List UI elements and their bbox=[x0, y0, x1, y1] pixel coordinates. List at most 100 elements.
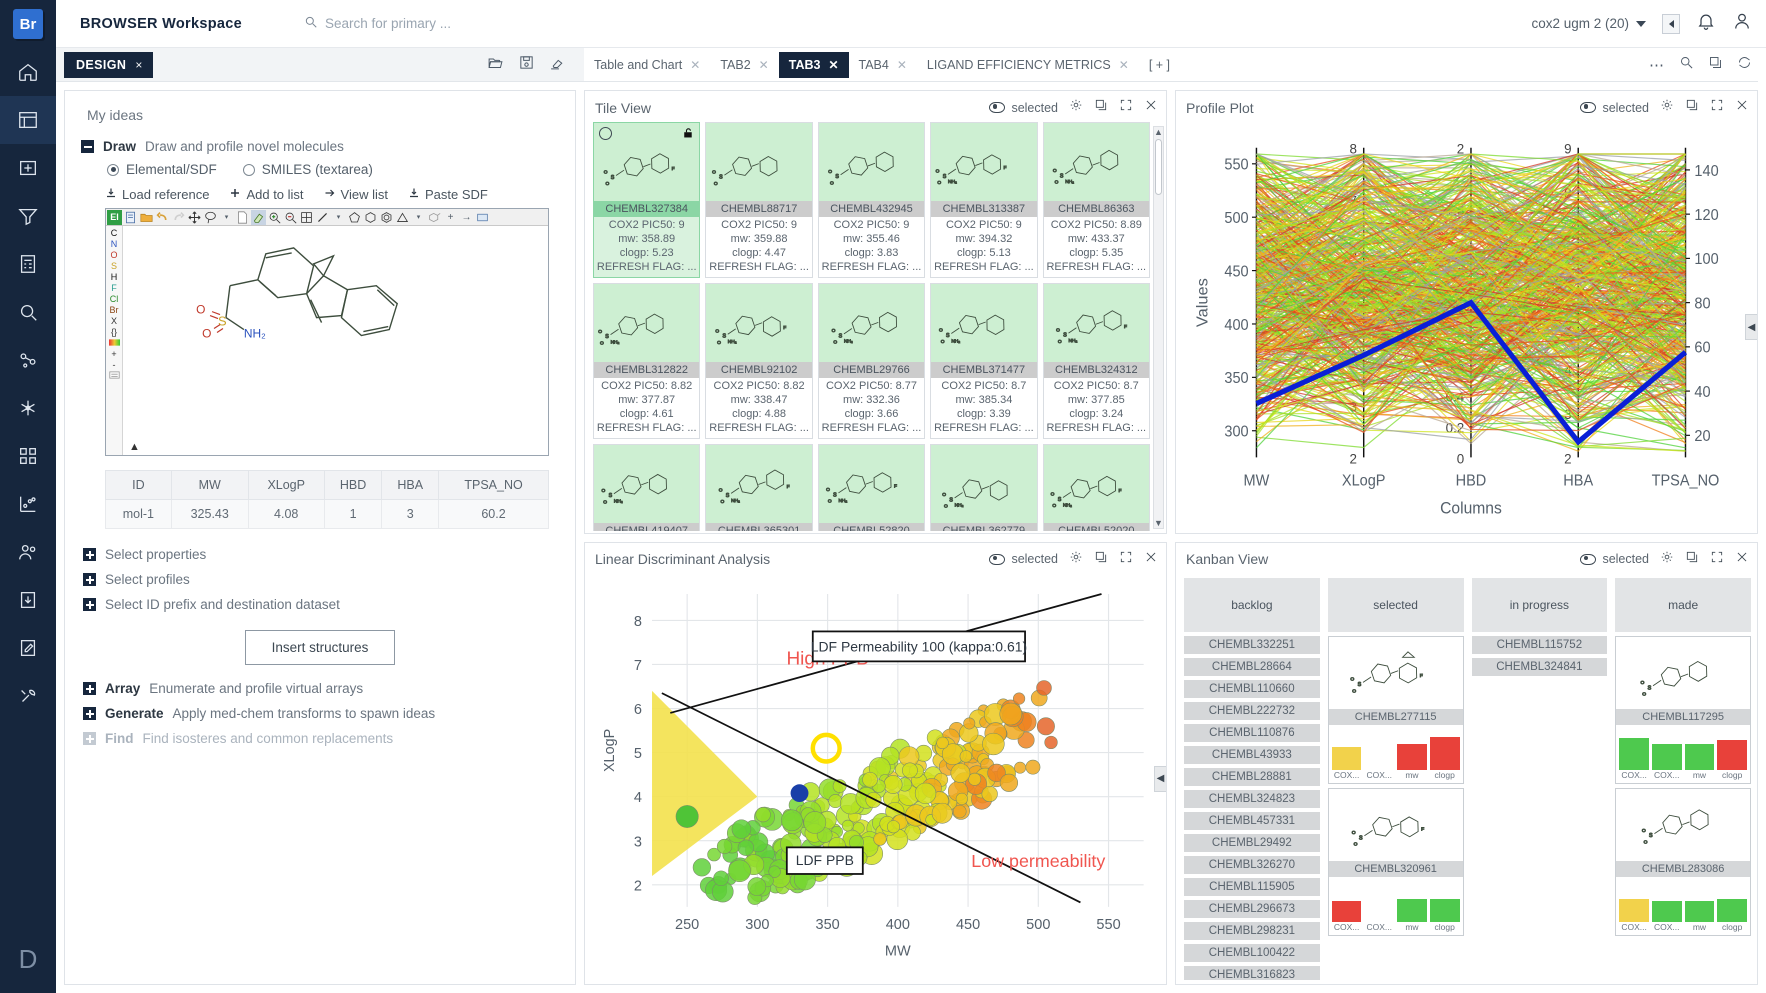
tile-card[interactable]: S O O CHEMBL88717 COX2 PIC50: 9 mw: 359.88 clo… bbox=[705, 122, 813, 278]
palette-o[interactable]: O bbox=[110, 250, 117, 260]
notifications-bell-icon[interactable] bbox=[1696, 11, 1716, 36]
kanban-column[interactable]: backlog CHEMBL332251 CHEMBL28664 CHEMBL1106… bbox=[1184, 577, 1320, 980]
redo-button[interactable] bbox=[171, 210, 186, 225]
collapse-panel-button[interactable] bbox=[1662, 13, 1680, 34]
molecule-canvas[interactable]: S O O NH₂ ▲ bbox=[123, 226, 548, 455]
tile-card[interactable]: S O O CHEMBL432945 COX2 PIC50: 9 mw: 355.46 cl… bbox=[817, 122, 926, 278]
load-reference-button[interactable]: Load reference bbox=[105, 187, 209, 202]
molecule-icon[interactable] bbox=[0, 336, 56, 384]
add-tab-button[interactable]: [ + ] bbox=[1139, 52, 1180, 78]
kanban-chip[interactable]: CHEMBL457331 bbox=[1184, 811, 1320, 830]
profile-plot-body[interactable]: 300 350 400 450 500 550 20 40 60 80 100 120 140 2 3 4 5 6… bbox=[1176, 122, 1757, 533]
kanban-chip[interactable]: CHEMBL43933 bbox=[1184, 745, 1320, 764]
tab-ligand-efficiency-metrics[interactable]: LIGAND EFFICIENCY METRICS ✕ bbox=[917, 52, 1139, 78]
section-select-id-prefix[interactable]: Select ID prefix and destination dataset bbox=[83, 597, 559, 612]
users-icon[interactable] bbox=[0, 528, 56, 576]
plus-button[interactable]: + bbox=[443, 210, 458, 225]
template-button[interactable] bbox=[123, 210, 138, 225]
tile-card[interactable]: SOO NH₂ F CHEMBL52820 bbox=[817, 444, 926, 531]
view-list-button[interactable]: View list bbox=[324, 187, 388, 202]
tile-card[interactable]: S O O NH₂ CHEMBL312822 COX2 PIC50: 8.82 mw: 37… bbox=[593, 283, 701, 439]
close-icon[interactable] bbox=[1735, 98, 1749, 117]
kanban-column[interactable]: in progress CHEMBL115752 CHEMBL324841 bbox=[1471, 577, 1608, 981]
kanban-chip[interactable]: CHEMBL29492 bbox=[1184, 833, 1320, 852]
close-icon[interactable]: ✕ bbox=[828, 58, 838, 72]
copy-icon[interactable] bbox=[1685, 98, 1699, 117]
search-icon[interactable] bbox=[1679, 55, 1694, 75]
tile-card[interactable]: SOO NH₂ CHEMBL362779 bbox=[930, 444, 1038, 531]
panel-collapse-handle[interactable]: ◀ bbox=[1154, 765, 1166, 792]
undo-button[interactable] bbox=[155, 210, 170, 225]
edit-icon[interactable] bbox=[0, 624, 56, 672]
folder-open-icon[interactable] bbox=[487, 54, 504, 76]
kanban-chip[interactable]: CHEMBL296673 bbox=[1184, 899, 1320, 918]
close-icon[interactable]: ✕ bbox=[759, 58, 769, 72]
home-icon[interactable] bbox=[0, 48, 56, 96]
global-search[interactable]: Search for primary ... bbox=[304, 15, 451, 32]
tools-icon[interactable] bbox=[0, 672, 56, 720]
radio-elemental-sdf[interactable]: Elemental/SDF bbox=[107, 162, 217, 177]
palette-minus[interactable]: - bbox=[113, 360, 116, 370]
open-button[interactable] bbox=[139, 210, 154, 225]
tile-card[interactable]: S O O NH₂ CHEMBL371477 COX2 PIC50: 8.7 mw: 385… bbox=[930, 283, 1038, 439]
workspace-selector[interactable]: cox2 ugm 2 (20) bbox=[1531, 16, 1646, 31]
select-circle-icon[interactable] bbox=[599, 127, 612, 140]
copy-icon[interactable] bbox=[1685, 550, 1699, 569]
calculator-icon[interactable] bbox=[0, 240, 56, 288]
tile-scroll-area[interactable]: SOOF CHEMBL327384 COX2 PIC50: 9 mw: 358.89… bbox=[593, 122, 1150, 531]
collapse-toggle-icon[interactable] bbox=[81, 140, 94, 153]
close-icon[interactable] bbox=[1735, 550, 1749, 569]
search-icon[interactable] bbox=[0, 288, 56, 336]
tile-card[interactable]: S O O NH₂ CHEMBL86363 COX2 PIC50: 8.89 mw: 433… bbox=[1042, 122, 1150, 278]
tab-design[interactable]: DESIGN × bbox=[64, 51, 153, 78]
ring-tool-button[interactable] bbox=[427, 210, 442, 225]
user-account-icon[interactable] bbox=[1732, 11, 1752, 36]
gear-icon[interactable] bbox=[1069, 98, 1083, 117]
palette-cl[interactable]: Cl bbox=[110, 294, 119, 304]
hexagon-button[interactable] bbox=[363, 210, 378, 225]
ring-dropdown[interactable]: ▾ bbox=[411, 210, 426, 225]
copy-icon[interactable] bbox=[1094, 550, 1108, 569]
network-icon[interactable] bbox=[0, 384, 56, 432]
palette-n[interactable]: N bbox=[111, 239, 118, 249]
tile-card[interactable]: S O O NH₂ F CHEMBL92102 COX2 PIC50: 8.82 mw: 33… bbox=[705, 283, 813, 439]
editor-expand-icon[interactable]: ▲ bbox=[129, 441, 140, 453]
tile-card[interactable]: SOO NH₂ F CHEMBL365301 bbox=[705, 444, 813, 531]
close-icon[interactable]: ✕ bbox=[690, 58, 700, 72]
add-icon[interactable] bbox=[0, 144, 56, 192]
palette-more[interactable] bbox=[108, 371, 120, 381]
lock-open-icon[interactable] bbox=[681, 127, 694, 142]
expand-icon[interactable] bbox=[1119, 550, 1133, 569]
kanban-chip[interactable]: CHEMBL115905 bbox=[1184, 877, 1320, 896]
expand-toggle-icon[interactable] bbox=[83, 707, 96, 720]
bond-dropdown[interactable]: ▾ bbox=[331, 210, 346, 225]
radio-smiles[interactable]: SMILES (textarea) bbox=[242, 162, 373, 177]
kanban-chip[interactable]: CHEMBL324841 bbox=[1471, 657, 1608, 676]
tab-tab3[interactable]: TAB3 ✕ bbox=[778, 51, 849, 78]
close-icon[interactable]: ✕ bbox=[1119, 58, 1129, 72]
export-icon[interactable] bbox=[0, 576, 56, 624]
section-select-profiles[interactable]: Select profiles bbox=[83, 572, 559, 587]
kanban-chip[interactable]: CHEMBL222732 bbox=[1184, 701, 1320, 720]
palette-h[interactable]: H bbox=[111, 272, 118, 282]
move-button[interactable] bbox=[187, 210, 202, 225]
kanban-chip[interactable]: CHEMBL332251 bbox=[1184, 635, 1320, 654]
expand-toggle-icon[interactable] bbox=[83, 732, 96, 745]
palette-brackets[interactable]: {} bbox=[111, 327, 117, 337]
lasso-dropdown[interactable]: ▾ bbox=[219, 210, 234, 225]
eraser-icon[interactable] bbox=[549, 54, 566, 76]
tile-card[interactable]: SOO NH₂ CHEMBL419407 bbox=[593, 444, 701, 531]
tab-tab4[interactable]: TAB4 ✕ bbox=[849, 52, 917, 78]
insert-structures-button[interactable]: Insert structures bbox=[244, 630, 396, 665]
palette-color[interactable] bbox=[108, 338, 120, 348]
table-icon[interactable] bbox=[0, 96, 56, 144]
kanban-chip[interactable]: CHEMBL115752 bbox=[1471, 635, 1608, 654]
tile-card[interactable]: S O O NH₂ F CHEMBL313387 COX2 PIC50: 9 mw: 394.… bbox=[930, 122, 1038, 278]
selected-toggle[interactable]: selected bbox=[1580, 101, 1649, 115]
panel-collapse-handle[interactable]: ◀ bbox=[1745, 314, 1757, 341]
close-icon[interactable] bbox=[1144, 98, 1158, 117]
selected-toggle[interactable]: selected bbox=[989, 101, 1058, 115]
expand-icon[interactable] bbox=[1710, 550, 1724, 569]
tile-card[interactable]: SOO F CHEMBL327384 COX2 PIC50: 9 mw: 358.89… bbox=[593, 122, 701, 278]
scroll-up-icon[interactable]: ▲ bbox=[1154, 127, 1163, 137]
